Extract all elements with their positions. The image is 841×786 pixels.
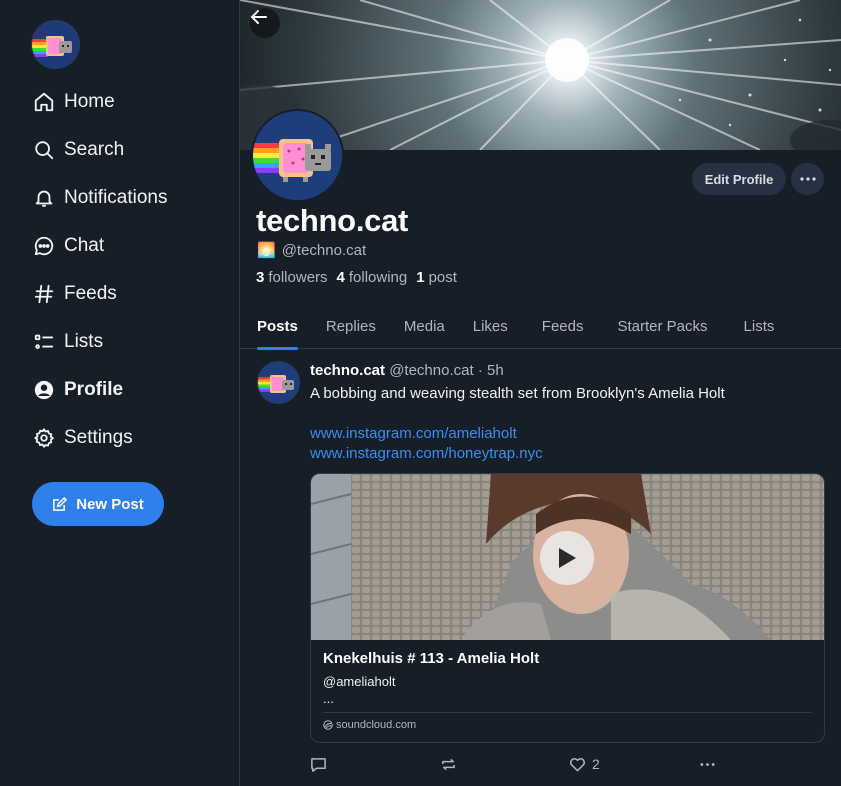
like-count: 2 <box>592 756 600 772</box>
feed-post[interactable]: techno.cat @techno.cat · 5h A bobbing an… <box>240 350 841 786</box>
arrow-left-icon <box>251 10 267 24</box>
embed-divider <box>323 712 812 713</box>
globe-icon <box>323 720 333 730</box>
nav-home[interactable]: Home <box>32 78 168 126</box>
embed-ellipsis: ... <box>323 691 334 706</box>
nav-settings-label: Settings <box>64 427 133 448</box>
tab-media[interactable]: Media <box>404 303 445 349</box>
profile-stats: 3 followers 4 following 1 post <box>256 269 466 286</box>
nyan-cat-avatar-icon <box>258 362 299 403</box>
heart-icon <box>570 757 585 771</box>
tab-posts[interactable]: Posts <box>257 303 298 350</box>
ellipsis-icon <box>700 762 715 766</box>
repost-button[interactable] <box>440 752 457 776</box>
post-author-name[interactable]: techno.cat <box>310 362 385 379</box>
tab-feeds[interactable]: Feeds <box>542 303 584 349</box>
reply-button[interactable] <box>310 752 327 776</box>
compose-icon <box>53 496 68 511</box>
embed-author: @ameliaholt <box>323 674 396 689</box>
chat-icon <box>32 234 56 258</box>
like-button[interactable]: 2 <box>569 752 600 776</box>
following-stat[interactable]: 4 following <box>337 269 408 286</box>
play-button[interactable] <box>540 531 594 585</box>
embed-title: Knekelhuis # 113 - Amelia Holt <box>323 650 540 667</box>
profile-display-name: techno.cat <box>256 203 409 238</box>
edit-profile-button[interactable]: Edit Profile <box>692 163 786 195</box>
nav-settings[interactable]: Settings <box>32 414 168 462</box>
search-icon <box>32 138 56 162</box>
back-button[interactable] <box>250 8 280 38</box>
main-content: Edit Profile techno.cat 🌅 @techno.cat 3f… <box>240 0 841 786</box>
profile-avatar[interactable] <box>251 109 344 202</box>
post-header: techno.cat @techno.cat · 5h <box>310 362 504 379</box>
nav-lists[interactable]: Lists <box>32 318 168 366</box>
nav-feeds-label: Feeds <box>64 283 117 304</box>
post-text: A bobbing and weaving stealth set from B… <box>310 385 725 402</box>
post-author-handle[interactable]: @techno.cat <box>389 362 473 379</box>
embed-description: @ameliaholt ... <box>323 673 395 707</box>
nav-chat-label: Chat <box>64 235 105 256</box>
posts-stat: 1 post <box>416 269 457 286</box>
post-time: · 5h <box>477 362 504 379</box>
followers-stat[interactable]: 3 followers <box>256 269 328 286</box>
profile-more-button[interactable] <box>791 163 824 195</box>
embed-domain-row: soundcloud.com <box>323 719 416 731</box>
link-card-embed[interactable]: Knekelhuis # 113 - Amelia Holt @ameliaho… <box>310 473 825 743</box>
profile-handle: @techno.cat <box>281 241 367 259</box>
nav-lists-label: Lists <box>64 331 104 352</box>
nav-profile-label: Profile <box>64 379 124 400</box>
post-link-instagram-ameliaholt[interactable]: www.instagram.com/ameliaholt <box>310 424 830 444</box>
sidebar: Home Search Notifications Chat Feeds Lis… <box>0 0 240 786</box>
embed-thumbnail <box>311 474 824 640</box>
reply-icon <box>311 757 326 772</box>
new-post-button[interactable]: New Post <box>32 482 164 526</box>
nav-notifications[interactable]: Notifications <box>32 174 168 222</box>
user-avatar[interactable] <box>31 20 80 69</box>
list-icon <box>32 330 56 354</box>
bell-icon <box>32 186 56 210</box>
nav-search[interactable]: Search <box>32 126 168 174</box>
play-icon <box>559 548 576 568</box>
gear-icon <box>32 426 56 450</box>
post-author-avatar[interactable] <box>257 361 300 404</box>
nav-notifications-label: Notifications <box>64 187 168 208</box>
nyan-cat-avatar-icon <box>32 21 79 68</box>
repost-icon <box>442 758 455 770</box>
nav-profile[interactable]: Profile <box>32 366 168 414</box>
post-more-button[interactable] <box>699 752 716 776</box>
tab-likes[interactable]: Likes <box>473 303 508 349</box>
tab-starter-packs[interactable]: Starter Packs <box>617 303 707 349</box>
post-actions: 2 <box>310 752 730 776</box>
nav-feeds[interactable]: Feeds <box>32 270 168 318</box>
embed-domain: soundcloud.com <box>336 719 417 731</box>
nav-chat[interactable]: Chat <box>32 222 168 270</box>
new-post-label: New Post <box>76 495 144 513</box>
nav-home-label: Home <box>64 91 115 112</box>
sunrise-emoji: 🌅 <box>257 242 276 259</box>
nav-search-label: Search <box>64 139 125 160</box>
hash-icon <box>32 282 56 306</box>
post-body: A bobbing and weaving stealth set from B… <box>310 384 830 464</box>
nyan-cat-avatar-icon <box>253 111 342 200</box>
profile-tabs: Posts Replies Media Likes Feeds Starter … <box>240 303 841 350</box>
home-icon <box>32 90 56 114</box>
user-circle-icon <box>32 378 56 402</box>
tab-lists[interactable]: Lists <box>744 303 775 349</box>
post-link-instagram-honeytrap[interactable]: www.instagram.com/honeytrap.nyc <box>310 444 830 464</box>
tab-replies[interactable]: Replies <box>326 303 376 349</box>
ellipsis-icon <box>799 177 816 181</box>
profile-handle-row: 🌅 @techno.cat <box>257 241 367 260</box>
